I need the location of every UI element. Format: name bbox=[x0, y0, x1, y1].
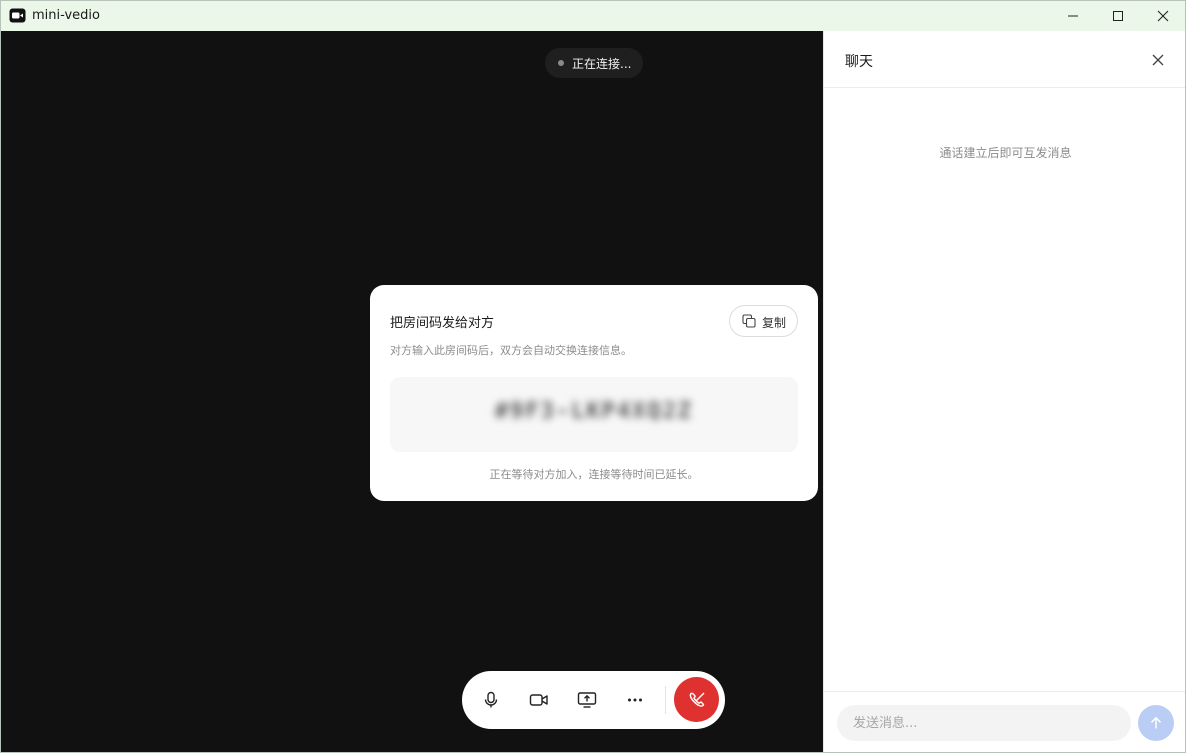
chat-header: 聊天 bbox=[824, 31, 1185, 88]
room-card-title: 把房间码发给对方 bbox=[390, 316, 495, 331]
room-code: #9F3-LKP4XQ2Z bbox=[494, 399, 694, 424]
screen-share-icon bbox=[577, 692, 597, 708]
chat-empty-state: 通话建立后即可互发消息 bbox=[939, 146, 1072, 160]
chat-close-button[interactable] bbox=[1149, 51, 1167, 69]
window-title: mini-vedio bbox=[32, 8, 100, 23]
waiting-status-text: 正在等待对方加入，连接等待时间已延长。 bbox=[489, 468, 699, 481]
close-window-button[interactable] bbox=[1140, 1, 1185, 31]
connection-status-text: 正在连接... bbox=[572, 57, 632, 71]
chat-composer bbox=[824, 691, 1185, 752]
maximize-icon bbox=[1113, 11, 1123, 21]
control-divider bbox=[665, 686, 666, 714]
video-camera-icon bbox=[9, 8, 26, 23]
connection-status-badge: 正在连接... bbox=[545, 48, 643, 78]
copy-icon bbox=[742, 314, 756, 328]
send-button[interactable] bbox=[1138, 705, 1174, 741]
app-window: mini-vedio 正在连接... 把房间码发给对方 复制 对方输入此房间码后… bbox=[0, 0, 1186, 753]
message-input[interactable] bbox=[837, 705, 1131, 741]
microphone-button[interactable] bbox=[475, 684, 507, 716]
room-code-box[interactable]: #9F3-LKP4XQ2Z bbox=[390, 377, 798, 452]
more-options-button[interactable] bbox=[619, 684, 651, 716]
copy-button-label: 复制 bbox=[762, 316, 787, 330]
title-bar: mini-vedio bbox=[1, 1, 1185, 31]
close-icon bbox=[1157, 10, 1169, 22]
chat-panel: 聊天 通话建立后即可互发消息 bbox=[823, 31, 1185, 752]
call-control-bar bbox=[462, 671, 725, 729]
status-dot-icon bbox=[558, 60, 564, 66]
copy-button[interactable]: 复制 bbox=[729, 305, 798, 337]
hang-up-icon bbox=[689, 692, 704, 707]
maximize-button[interactable] bbox=[1095, 1, 1141, 31]
screen-share-button[interactable] bbox=[571, 684, 603, 716]
arrow-up-icon bbox=[1150, 717, 1162, 729]
camera-button[interactable] bbox=[523, 684, 555, 716]
close-icon bbox=[1152, 54, 1164, 66]
room-card-description: 对方输入此房间码后，双方会自动交换连接信息。 bbox=[390, 344, 632, 357]
chat-title: 聊天 bbox=[845, 54, 873, 70]
minimize-button[interactable] bbox=[1050, 1, 1096, 31]
video-stage: 正在连接... 把房间码发给对方 复制 对方输入此房间码后，双方会自动交换连接信… bbox=[1, 31, 823, 752]
camera-icon bbox=[529, 694, 548, 706]
more-icon bbox=[628, 698, 642, 702]
minimize-icon bbox=[1068, 15, 1078, 17]
room-code-card: 把房间码发给对方 复制 对方输入此房间码后，双方会自动交换连接信息。 #9F3-… bbox=[370, 285, 818, 501]
microphone-icon bbox=[484, 691, 498, 708]
hang-up-button[interactable] bbox=[674, 677, 719, 722]
